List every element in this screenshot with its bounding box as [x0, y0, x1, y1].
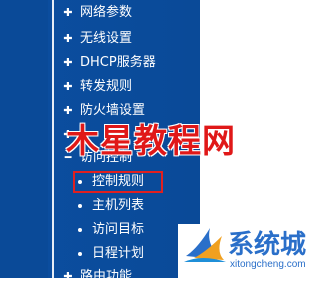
brand-name: 系统城: [228, 230, 307, 260]
menu-item-forwarding-rules[interactable]: ✚ 转发规则: [62, 76, 132, 98]
bullet-icon: [78, 251, 82, 256]
menu-item-label: DHCP服务器: [80, 55, 156, 70]
submenu-item-access-target[interactable]: 访问目标: [78, 219, 144, 241]
menu-item-wireless-settings[interactable]: ✚ 无线设置: [62, 28, 132, 50]
submenu-item-schedule[interactable]: 日程计划: [78, 243, 144, 265]
submenu-item-label: 访问目标: [92, 222, 145, 237]
menu-item-network-params[interactable]: ✚ 网络参数: [62, 2, 132, 24]
submenu-item-label: 主机列表: [92, 198, 145, 213]
brand-url: xitongcheng.com: [230, 259, 306, 270]
menu-item-label: 转发规则: [80, 79, 133, 94]
plus-icon: ✚: [63, 80, 73, 93]
submenu-item-host-list[interactable]: 主机列表: [78, 195, 144, 217]
plus-icon: ✚: [63, 270, 73, 283]
submenu-item-label: 日程计划: [92, 246, 145, 261]
plus-icon: ✚: [63, 56, 73, 69]
sidebar-left-strip: [0, 0, 48, 278]
selected-item-highlight: [73, 171, 163, 193]
menu-item-dhcp-server[interactable]: ✚ DHCP服务器: [62, 52, 156, 74]
menu-item-label: 路由功能: [80, 269, 133, 284]
plus-icon: ✚: [63, 6, 73, 19]
menu-item-routing[interactable]: ✚ 路由功能: [62, 266, 132, 288]
watermark-text: 木星教程网: [66, 121, 236, 160]
brand-logo-icon: [184, 228, 226, 262]
sidebar-tree-line: [52, 0, 54, 278]
bullet-icon: [78, 203, 82, 208]
menu-item-label: 网络参数: [80, 5, 133, 20]
plus-icon: ✚: [63, 32, 73, 45]
menu-item-label: 无线设置: [80, 31, 133, 46]
bullet-icon: [78, 227, 82, 232]
